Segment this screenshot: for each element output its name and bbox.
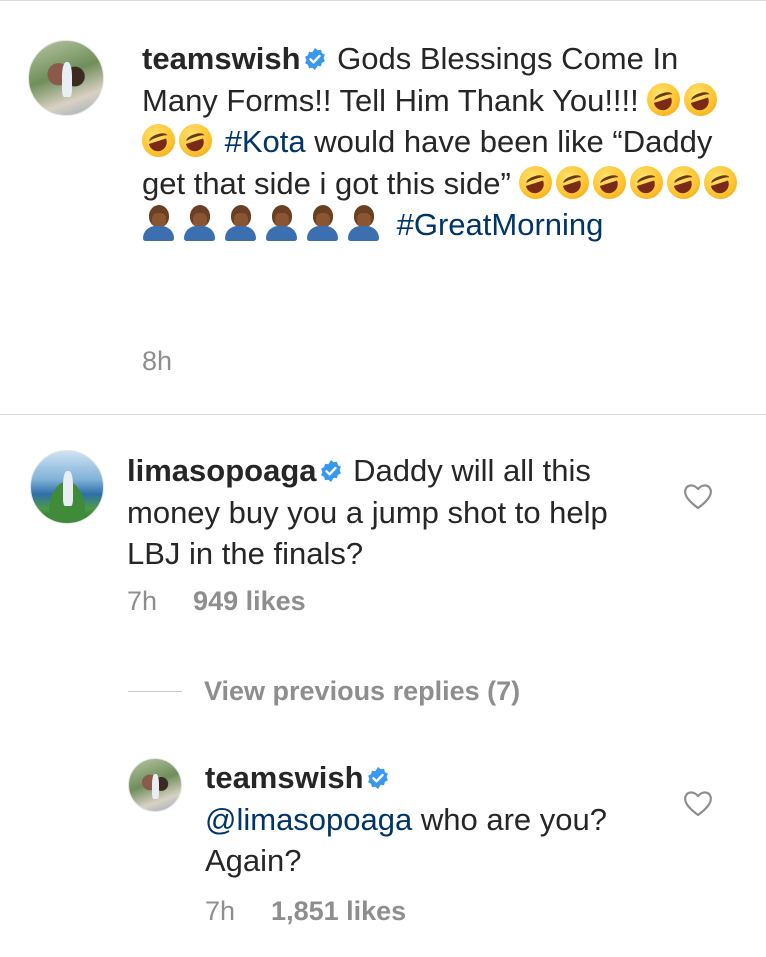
facepalm-icon: [183, 205, 216, 241]
rolling-on-floor-laughing-icon: [647, 82, 681, 116]
rolling-on-floor-laughing-icon: [684, 82, 718, 116]
view-previous-replies[interactable]: View previous replies (7): [128, 674, 520, 708]
verified-badge-icon: [367, 767, 388, 789]
rolling-on-floor-laughing-icon: [179, 124, 212, 157]
reply-mention[interactable]: @limasopoaga: [205, 802, 412, 837]
reply-likes[interactable]: 1,851 likes: [271, 896, 406, 926]
hashtag-kota[interactable]: #Kota: [225, 124, 306, 159]
like-heart-icon[interactable]: [683, 789, 713, 817]
comment-username[interactable]: limasopoaga: [127, 453, 317, 488]
facepalm-icon: [347, 205, 380, 241]
rolling-on-floor-laughing-icon: [142, 124, 175, 157]
caption-avatar[interactable]: [28, 40, 104, 116]
verified-badge-icon: [320, 460, 341, 482]
comment-timestamp[interactable]: 7h: [127, 586, 157, 616]
reply-timestamp[interactable]: 7h: [205, 896, 235, 926]
rolling-on-floor-laughing-icon: [704, 165, 738, 199]
facepalm-icon: [142, 205, 175, 241]
rolling-on-floor-laughing-icon: [667, 165, 701, 199]
comment-likes[interactable]: 949 likes: [193, 586, 306, 616]
caption-divider: [0, 414, 766, 415]
comment-meta: 7h 949 likes: [127, 586, 306, 617]
caption-timestamp[interactable]: 8h: [142, 346, 172, 376]
reply-meta: 7h 1,851 likes: [205, 896, 406, 927]
top-divider: [0, 0, 766, 1]
facepalm-icon: [224, 205, 257, 241]
caption-username[interactable]: teamswish: [142, 41, 301, 76]
hashtag-greatmorning[interactable]: #GreatMorning: [397, 207, 604, 242]
caption-text: teamswish Gods Blessings Come In Many Fo…: [142, 38, 742, 246]
reply-text: teamswish @limasopoaga who are you? Agai…: [205, 757, 665, 882]
rolling-on-floor-laughing-icon: [593, 165, 627, 199]
like-heart-icon[interactable]: [683, 482, 713, 510]
reply-username[interactable]: teamswish: [205, 760, 364, 795]
rolling-on-floor-laughing-icon: [519, 165, 553, 199]
commenter-avatar[interactable]: [30, 450, 104, 524]
facepalm-icon: [306, 205, 339, 241]
rolling-on-floor-laughing-icon: [630, 165, 664, 199]
view-previous-replies-label[interactable]: View previous replies (7): [204, 676, 520, 707]
rolling-on-floor-laughing-icon: [556, 165, 590, 199]
caption-meta: 8h: [142, 346, 172, 377]
reply-avatar[interactable]: [128, 758, 182, 812]
comment-text: limasopoaga Daddy will all this money bu…: [127, 450, 647, 575]
verified-badge-icon: [304, 48, 325, 70]
replies-rule: [128, 690, 182, 692]
facepalm-icon: [265, 205, 298, 241]
